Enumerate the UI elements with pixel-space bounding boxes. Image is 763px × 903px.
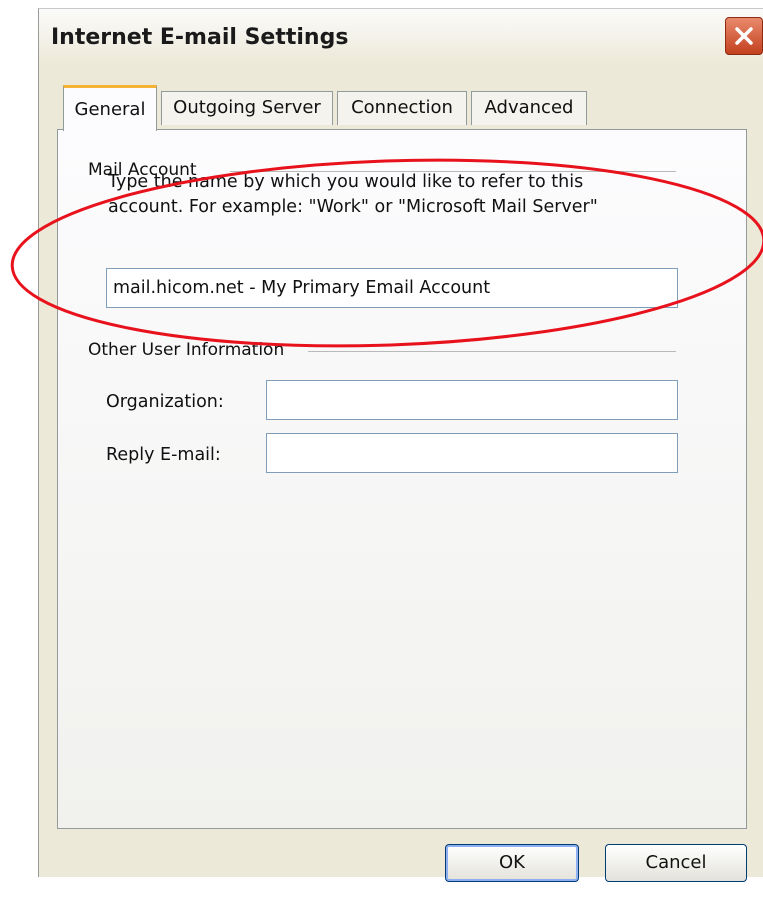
other-user-info-group-label: Other User Information	[88, 340, 285, 360]
tab-general[interactable]: General	[63, 85, 157, 131]
organization-input[interactable]	[266, 380, 678, 420]
dialog-window: Internet E-mail Settings General Outgoin…	[38, 8, 763, 877]
organization-label: Organization:	[106, 392, 224, 412]
cancel-button[interactable]: Cancel	[605, 844, 747, 882]
window-title: Internet E-mail Settings	[51, 25, 349, 50]
close-button[interactable]	[725, 17, 763, 55]
mail-account-description: Type the name by which you would like to…	[108, 170, 708, 220]
description-line: Type the name by which you would like to…	[108, 172, 584, 192]
account-name-input[interactable]: mail.hicom.net - My Primary Email Accoun…	[106, 268, 678, 308]
tab-advanced[interactable]: Advanced	[471, 91, 587, 125]
title-bar[interactable]: Internet E-mail Settings	[39, 9, 763, 65]
reply-email-label: Reply E-mail:	[106, 445, 221, 465]
general-tab-panel: Mail Account Type the name by which you …	[57, 129, 747, 829]
description-line: account. For example: "Work" or "Microso…	[108, 197, 598, 217]
reply-email-input[interactable]	[266, 433, 678, 473]
tab-outgoing-server[interactable]: Outgoing Server	[161, 91, 333, 125]
tab-strip: General Outgoing Server Connection Advan…	[57, 85, 747, 131]
group-divider	[308, 351, 676, 352]
tab-connection[interactable]: Connection	[337, 91, 467, 125]
ok-button[interactable]: OK	[445, 844, 579, 882]
close-icon	[735, 27, 753, 45]
